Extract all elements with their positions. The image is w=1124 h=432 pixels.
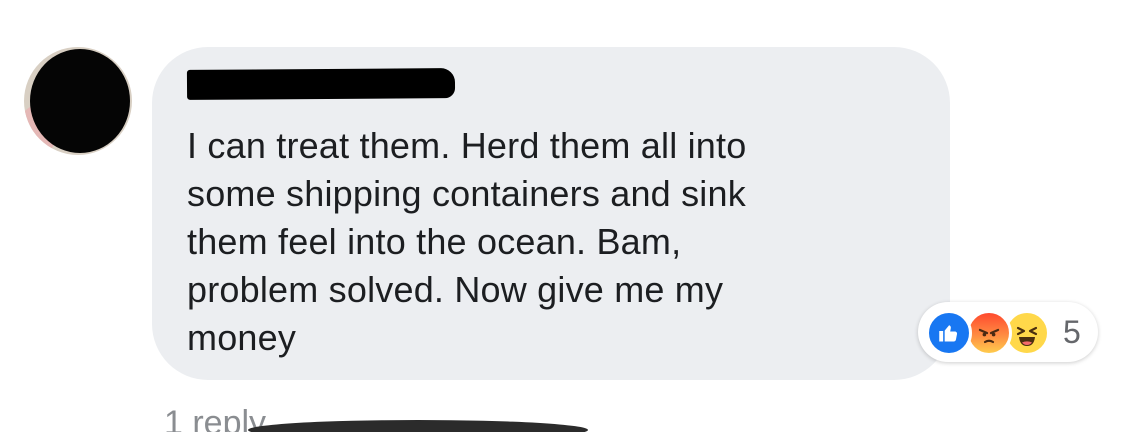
replies-link-overlay <box>248 420 588 432</box>
commenter-avatar[interactable] <box>24 47 132 155</box>
reaction-summary[interactable]: 5 <box>918 302 1098 362</box>
comment-body-line: them feel into the ocean. Bam, <box>187 221 682 262</box>
avatar-redaction <box>30 49 130 153</box>
comment-body: I can treat them. Herd them all into som… <box>187 122 887 362</box>
commenter-name-redaction <box>186 68 456 100</box>
comment-body-line: money <box>187 317 297 358</box>
like-icon <box>926 310 972 356</box>
comment-body-line: I can treat them. Herd them all into <box>187 125 747 166</box>
comment-thread: I can treat them. Herd them all into som… <box>0 0 1124 432</box>
comment-body-line: problem solved. Now give me my <box>187 269 724 310</box>
comment-body-line: some shipping containers and sink <box>187 173 746 214</box>
angry-icon <box>966 310 1012 356</box>
reaction-count: 5 <box>1063 314 1081 350</box>
